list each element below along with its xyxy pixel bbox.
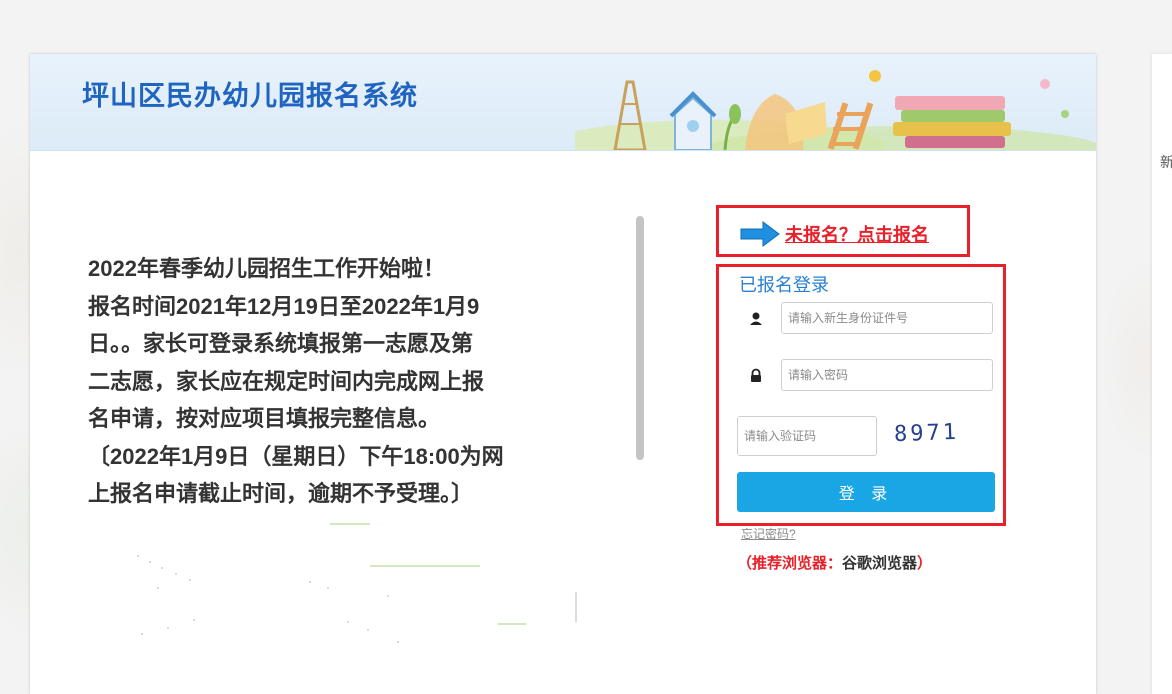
notice-line: 〔2022年1月9日（星期日）下午18:00为网 — [88, 443, 504, 469]
id-number-input[interactable] — [781, 302, 993, 334]
signup-link[interactable]: 未报名？点击报名 — [785, 221, 929, 247]
password-input[interactable] — [781, 359, 993, 391]
main-card: 坪山区民办幼儿园报名系统 2022年春季幼儿园招生工作开始啦！ 报名时间2021… — [30, 54, 1096, 694]
page-header: 坪山区民办幼儿园报名系统 — [30, 54, 1096, 151]
browser-recommendation: （推荐浏览器：谷歌浏览器） — [737, 552, 932, 573]
login-form: 已报名登录 8971 登 录 — [716, 264, 1006, 526]
notice-line: 二志愿，家长应在规定时间内完成网上报 — [88, 368, 485, 394]
browser-note-suffix: ） — [917, 555, 933, 572]
notice-line: 名申请，按对应项目填报完整信息。 — [88, 406, 441, 431]
site-title: 坪山区民办幼儿园报名系统 — [82, 81, 418, 111]
browser-note-name: 谷歌浏览器 — [842, 555, 918, 572]
login-button[interactable]: 登 录 — [737, 472, 995, 512]
notice-line: 2022年春季幼儿园招生工作开始啦！ — [88, 256, 445, 281]
side-panel — [1152, 54, 1172, 694]
captcha-input[interactable] — [737, 416, 877, 456]
decorative-noise — [137, 523, 577, 643]
admission-notice: 2022年春季幼儿园招生工作开始啦！ 报名时间2021年12月19日至2022年… — [88, 250, 558, 513]
captcha-image[interactable]: 8971 — [894, 420, 960, 447]
notice-line: 报名时间2021年12月19日至2022年1月9 — [88, 293, 480, 319]
header-illustration — [575, 70, 1096, 150]
user-icon — [750, 312, 762, 325]
id-field-row — [737, 302, 995, 336]
lock-icon — [751, 368, 761, 382]
signup-highlight-box: 未报名？点击报名 — [716, 205, 970, 257]
notice-scrollbar[interactable] — [636, 216, 644, 460]
password-field-row — [737, 359, 995, 393]
browser-note-prefix: （推荐浏览器： — [737, 555, 843, 572]
notice-line: 日。。家长可登录系统填报第一志愿及第 — [88, 331, 474, 356]
notice-line: 上报名申请截止时间，逾期不予受理。〕 — [88, 481, 474, 506]
side-panel-text: 新 — [1160, 154, 1172, 170]
forgot-password-link[interactable]: 忘记密码? — [741, 525, 796, 542]
arrow-right-icon — [740, 221, 780, 247]
login-title: 已报名登录 — [739, 275, 829, 295]
